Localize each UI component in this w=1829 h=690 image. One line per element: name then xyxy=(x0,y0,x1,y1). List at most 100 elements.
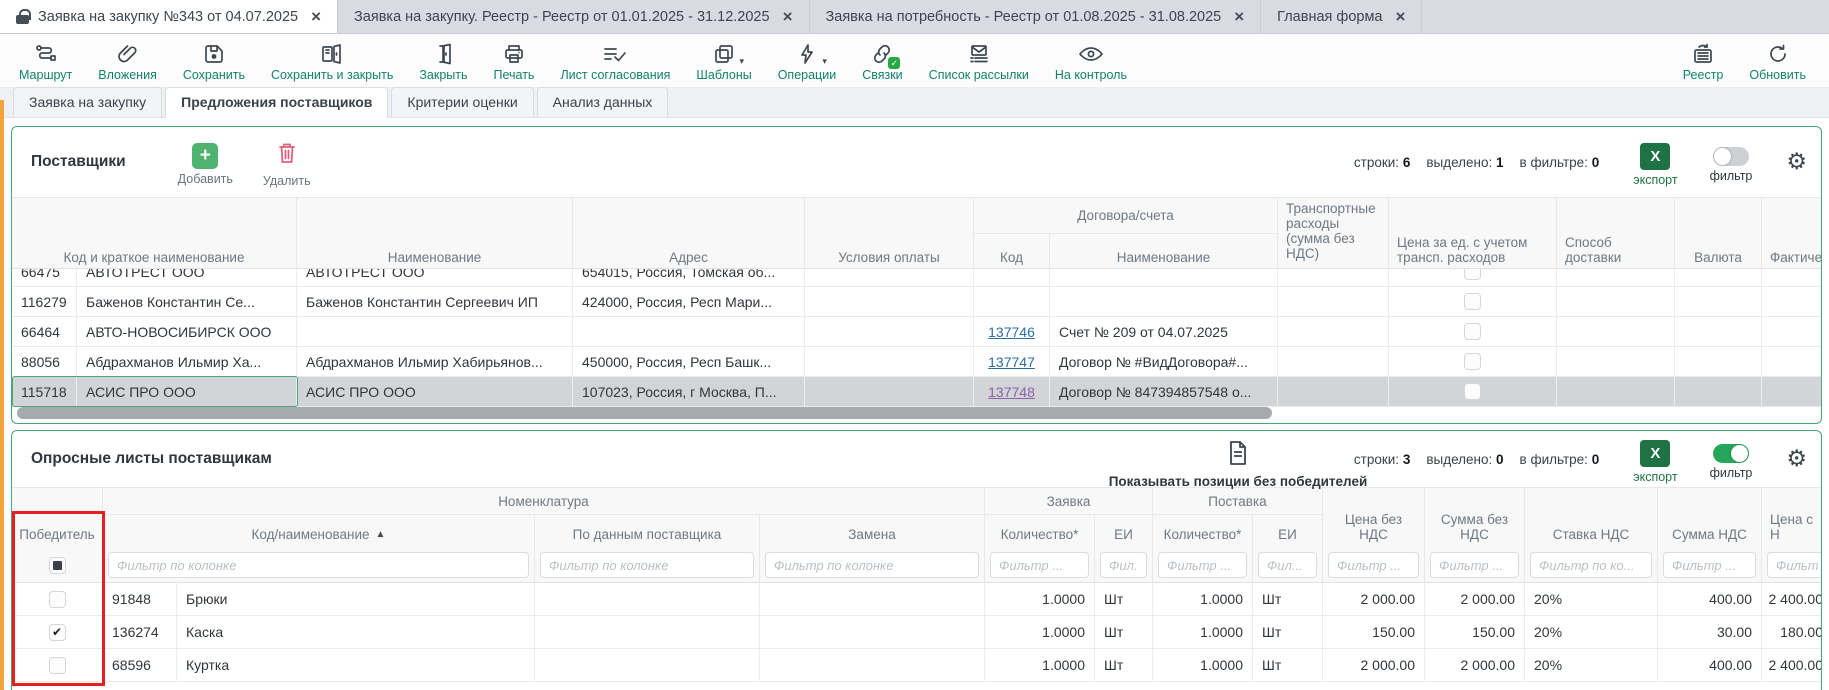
table-row[interactable]: 136274 Каска 1.0000 Шт 1.0000 Шт 150.00 … xyxy=(12,616,1821,649)
close-icon[interactable]: × xyxy=(1234,8,1244,25)
select-all-checkbox[interactable] xyxy=(49,557,66,574)
table-row[interactable]: 88056 Абдрахманов Ильмир Ха... Абдрахман… xyxy=(12,347,1821,377)
add-button[interactable]: + Добавить xyxy=(178,143,233,186)
window-tab-registry-purchase[interactable]: Заявка на закупку. Реестр - Реестр от 01… xyxy=(338,0,809,33)
templates-icon: ▾ xyxy=(712,41,736,67)
table-row-selected[interactable]: 115718 АСИС ПРО ООО АСИС ПРО ООО 107023,… xyxy=(12,377,1821,407)
column-header[interactable]: ЕИ xyxy=(1095,515,1153,548)
column-header[interactable]: Наименование xyxy=(1050,234,1278,268)
window-tabbar: Заявка на закупку №343 от 04.07.2025 × З… xyxy=(0,0,1829,34)
on-control-button[interactable]: На контроль xyxy=(1042,39,1140,84)
window-tab-main-form[interactable]: Главная форма × xyxy=(1261,0,1422,33)
table-row[interactable]: 116279 Баженов Константин Се... Баженов … xyxy=(12,287,1821,317)
document-icon xyxy=(1226,439,1250,472)
column-header[interactable]: Фактиче xyxy=(1762,198,1822,268)
window-tab-request[interactable]: Заявка на закупку №343 от 04.07.2025 × xyxy=(0,0,338,33)
column-header[interactable]: Ставка НДС xyxy=(1525,488,1658,548)
table-row-clipped[interactable]: 66475 АВТОТРЕСТ ООО АВТОТРЕСТ ООО 654015… xyxy=(12,269,1821,287)
column-filter-input[interactable] xyxy=(1158,552,1247,578)
delete-button[interactable]: Удалить xyxy=(263,140,311,188)
column-header[interactable]: По данным поставщика xyxy=(535,515,760,548)
eye-icon xyxy=(1078,41,1104,67)
table-row[interactable]: 68596 Куртка 1.0000 Шт 1.0000 Шт 2 000.0… xyxy=(12,649,1821,682)
checkbox[interactable] xyxy=(1464,269,1481,280)
window-tab-registry-need[interactable]: Заявка на потребность - Реестр от 01.08.… xyxy=(810,0,1262,33)
column-header[interactable]: Наименование xyxy=(297,198,573,268)
column-filter-input[interactable] xyxy=(1767,552,1822,578)
operations-button[interactable]: ▾ Операции xyxy=(765,39,849,84)
column-header[interactable]: Сумма без НДС xyxy=(1425,488,1525,548)
export-button[interactable]: X экспорт xyxy=(1633,440,1677,484)
column-header[interactable]: Количество* xyxy=(985,515,1095,548)
scrollbar-thumb[interactable] xyxy=(17,407,1272,419)
close-button[interactable]: Закрыть xyxy=(406,39,480,84)
checkbox[interactable] xyxy=(1464,293,1481,310)
checkbox[interactable] xyxy=(1464,323,1481,340)
column-header[interactable]: Код и краткое наименование xyxy=(12,198,297,268)
checkbox[interactable] xyxy=(1464,383,1481,400)
gear-icon[interactable]: ⚙ xyxy=(1786,151,1807,174)
mailing-list-button[interactable]: Список рассылки xyxy=(916,39,1042,84)
column-header[interactable]: Условия оплаты xyxy=(805,198,974,268)
close-icon[interactable]: × xyxy=(1395,8,1405,25)
column-filter-input[interactable] xyxy=(108,552,529,578)
winner-checkbox[interactable] xyxy=(49,591,66,608)
column-filter-input[interactable] xyxy=(765,552,979,578)
attachments-button[interactable]: Вложения xyxy=(85,39,170,84)
column-header[interactable]: Цена без НДС xyxy=(1323,488,1425,548)
column-header-sorted[interactable]: Код/наименование▲ xyxy=(103,515,535,548)
toggle-switch[interactable] xyxy=(1713,444,1749,463)
winner-checkbox[interactable] xyxy=(49,624,66,641)
column-header[interactable]: Код xyxy=(974,234,1050,268)
contract-link[interactable]: 137748 xyxy=(988,384,1035,400)
refresh-button[interactable]: Обновить xyxy=(1736,39,1819,84)
table-row[interactable]: 91848 Брюки 1.0000 Шт 1.0000 Шт 2 000.00… xyxy=(12,583,1821,616)
column-filter-input[interactable] xyxy=(1530,552,1652,578)
column-header[interactable]: Способ доставки xyxy=(1557,198,1675,268)
table-row[interactable]: 66464 АВТО-НОВОСИБИРСК ООО 137746 Счет №… xyxy=(12,317,1821,347)
winner-checkbox[interactable] xyxy=(49,657,66,674)
tab-data-analysis[interactable]: Анализ данных xyxy=(537,87,669,117)
contract-link[interactable]: 137746 xyxy=(988,324,1035,340)
filter-toggle[interactable]: фильтр xyxy=(1710,444,1753,480)
tab-purchase-request[interactable]: Заявка на закупку xyxy=(13,87,162,117)
column-filter-input[interactable] xyxy=(1663,552,1756,578)
column-filter-input[interactable] xyxy=(1430,552,1519,578)
tab-supplier-offers[interactable]: Предложения поставщиков xyxy=(165,87,388,118)
export-button[interactable]: X экспорт xyxy=(1633,143,1677,187)
column-header[interactable]: Замена xyxy=(760,515,985,548)
filter-toggle[interactable]: фильтр xyxy=(1710,147,1753,183)
tab-evaluation-criteria[interactable]: Критерии оценки xyxy=(391,87,533,117)
window-tab-label: Заявка на закупку. Реестр - Реестр от 01… xyxy=(354,9,770,25)
column-filter-input[interactable] xyxy=(1100,552,1147,578)
save-button[interactable]: Сохранить xyxy=(170,39,258,84)
links-button[interactable]: ✓ Связки xyxy=(849,39,915,84)
column-header[interactable]: Количество* xyxy=(1153,515,1253,548)
toggle-switch[interactable] xyxy=(1713,147,1749,166)
approval-sheet-button[interactable]: Лист согласования xyxy=(547,39,683,84)
column-header[interactable]: ЕИ xyxy=(1253,515,1323,548)
checkbox[interactable] xyxy=(1464,353,1481,370)
templates-button[interactable]: ▾ Шаблоны xyxy=(683,39,764,84)
close-icon[interactable]: × xyxy=(783,8,793,25)
column-header[interactable]: Транспортные расходы (сумма без НДС) xyxy=(1278,198,1389,268)
column-header[interactable]: Адрес xyxy=(573,198,805,268)
column-header[interactable]: Победитель xyxy=(12,488,103,548)
column-filter-input[interactable] xyxy=(1328,552,1419,578)
column-header[interactable]: Цена за ед. с учетом трансп. расходов xyxy=(1389,198,1557,268)
close-icon[interactable]: × xyxy=(311,8,321,25)
column-filter-input[interactable] xyxy=(990,552,1089,578)
show-without-winners-button[interactable]: Показывать позиции без победителей xyxy=(1108,439,1368,489)
operations-icon: ▾ xyxy=(795,41,819,67)
contract-link[interactable]: 137747 xyxy=(988,354,1035,370)
column-filter-input[interactable] xyxy=(540,552,754,578)
route-button[interactable]: Маршрут xyxy=(6,39,85,84)
registry-button[interactable]: Реестр xyxy=(1670,39,1737,84)
gear-icon[interactable]: ⚙ xyxy=(1786,448,1807,471)
column-filter-input[interactable] xyxy=(1258,552,1317,578)
save-and-close-button[interactable]: Сохранить и закрыть xyxy=(258,39,406,84)
column-header[interactable]: Валюта xyxy=(1675,198,1762,268)
column-header[interactable]: Сумма НДС xyxy=(1658,488,1762,548)
print-button[interactable]: Печать xyxy=(481,39,548,84)
column-header[interactable]: Цена с Н xyxy=(1762,488,1822,548)
